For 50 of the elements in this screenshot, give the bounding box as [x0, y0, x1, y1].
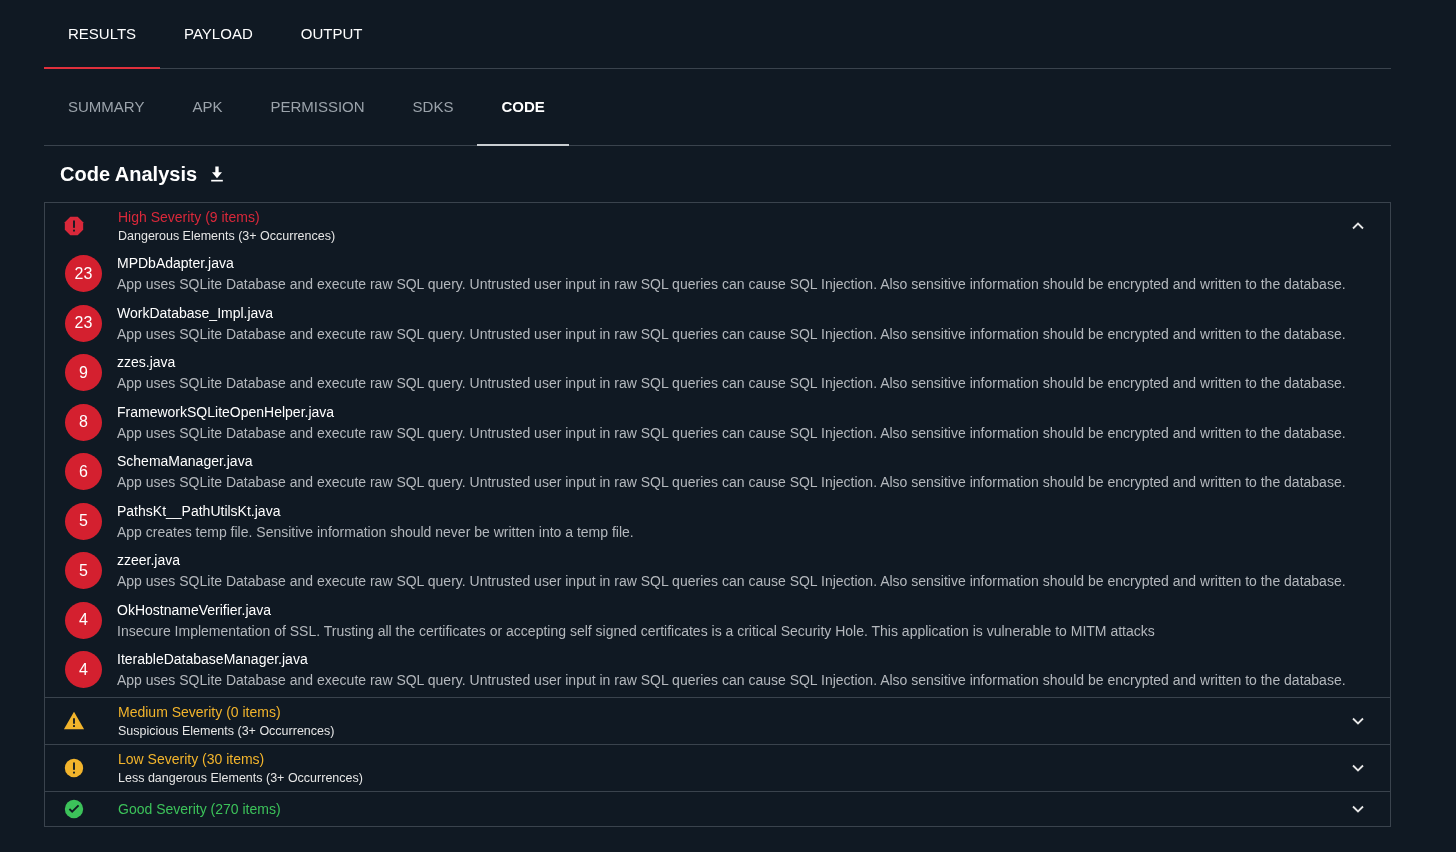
section-header[interactable]: Good Severity (270 items) — [45, 791, 1390, 826]
tab[interactable]: RESULTS — [44, 0, 161, 69]
section-title: Low Severity (30 items) — [118, 750, 266, 767]
finding-description: Insecure Implementation of SSL. Trusting all the certificates or accepting self signed certificates is a critical Security Hole. This application is vulnerable to MITM attacks — [117, 622, 1155, 639]
tab[interactable]: APK — [168, 69, 247, 146]
file-name: SchemaManager.java — [117, 453, 254, 470]
file-name: FrameworkSQLiteOpenHelper.java — [117, 403, 336, 420]
count-badge: 5 — [65, 502, 102, 540]
exclamation-circle-icon — [63, 756, 85, 779]
count-badge: 9 — [65, 354, 102, 392]
tab[interactable]: PERMISSION — [246, 69, 389, 146]
finding-description: App uses SQLite Database and execute raw SQL query. Untrusted user input in raw SQL queries can cause SQL Injection. Also sensitive information should be encrypted and written to the database. — [117, 424, 1346, 441]
finding-description: App uses SQLite Database and execute raw SQL query. Untrusted user input in raw SQL queries can cause SQL Injection. Also sensitive information should be encrypted and written to the database. — [117, 474, 1346, 491]
check-circle-icon — [63, 797, 85, 820]
finding-description: App uses SQLite Database and execute raw SQL query. Untrusted user input in raw SQL queries can cause SQL Injection. Also sensitive information should be encrypted and written to the database. — [117, 672, 1346, 689]
section-header[interactable]: Medium Severity (0 items) Suspicious Elements (3+ Occurrences) — [45, 697, 1390, 744]
finding-description: App creates temp file. Sensitive information should never be written into a temp file. — [117, 523, 634, 540]
alert-octagon-icon — [63, 215, 85, 237]
count-badge: 23 — [65, 304, 102, 342]
file-name: PathsKt__PathUtilsKt.java — [117, 502, 282, 519]
section-header[interactable]: High Severity (9 items) Dangerous Elements (3+ Occurrences) — [45, 203, 1390, 249]
file-name: zzeer.java — [117, 552, 182, 569]
finding-description: App uses SQLite Database and execute raw SQL query. Untrusted user input in raw SQL queries can cause SQL Injection. Also sensitive information should be encrypted and written to the database. — [117, 375, 1346, 392]
section-subtitle: Less dangerous Elements (3+ Occurrences) — [118, 770, 364, 785]
section-title: High Severity (9 items) — [118, 209, 261, 225]
section-subtitle: Dangerous Elements (3+ Occurrences) — [118, 229, 337, 243]
finding-description: App uses SQLite Database and execute raw SQL query. Untrusted user input in raw SQL queries can cause SQL Injection. Also sensitive information should be encrypted and written to the database. — [117, 276, 1346, 293]
count-badge: 6 — [65, 453, 102, 491]
page-title: Code Analysis — [60, 162, 198, 186]
section-subtitle: Suspicious Elements (3+ Occurrences) — [118, 723, 336, 738]
count-badge: 23 — [65, 255, 102, 293]
section-header[interactable]: Low Severity (30 items) Less dangerous Elements (3+ Occurrences) — [45, 744, 1390, 791]
count-badge: 4 — [65, 601, 102, 639]
count-badge: 5 — [65, 552, 102, 590]
count-badge: 4 — [65, 651, 102, 689]
section-title: Good Severity (270 items) — [118, 800, 282, 817]
tab[interactable]: CODE — [477, 69, 569, 146]
file-name: zzes.java — [117, 354, 177, 371]
tab[interactable]: OUTPUT — [276, 0, 387, 69]
tab[interactable]: SUMMARY — [44, 69, 169, 146]
finding-description: App uses SQLite Database and execute raw SQL query. Untrusted user input in raw SQL queries can cause SQL Injection. Also sensitive information should be encrypted and written to the database. — [117, 573, 1346, 590]
file-name: WorkDatabase_Impl.java — [117, 304, 275, 321]
tab[interactable]: SDKS — [388, 69, 478, 146]
finding-description: App uses SQLite Database and execute raw SQL query. Untrusted user input in raw SQL queries can cause SQL Injection. Also sensitive information should be encrypted and written to the database. — [117, 325, 1346, 342]
tab[interactable]: PAYLOAD — [160, 0, 277, 69]
section-title: Medium Severity (0 items) — [118, 703, 282, 720]
count-badge: 8 — [65, 403, 102, 441]
file-name: MPDbAdapter.java — [117, 255, 235, 272]
file-name: IterableDatabaseManager.java — [117, 651, 309, 668]
file-name: OkHostnameVerifier.java — [117, 601, 273, 618]
